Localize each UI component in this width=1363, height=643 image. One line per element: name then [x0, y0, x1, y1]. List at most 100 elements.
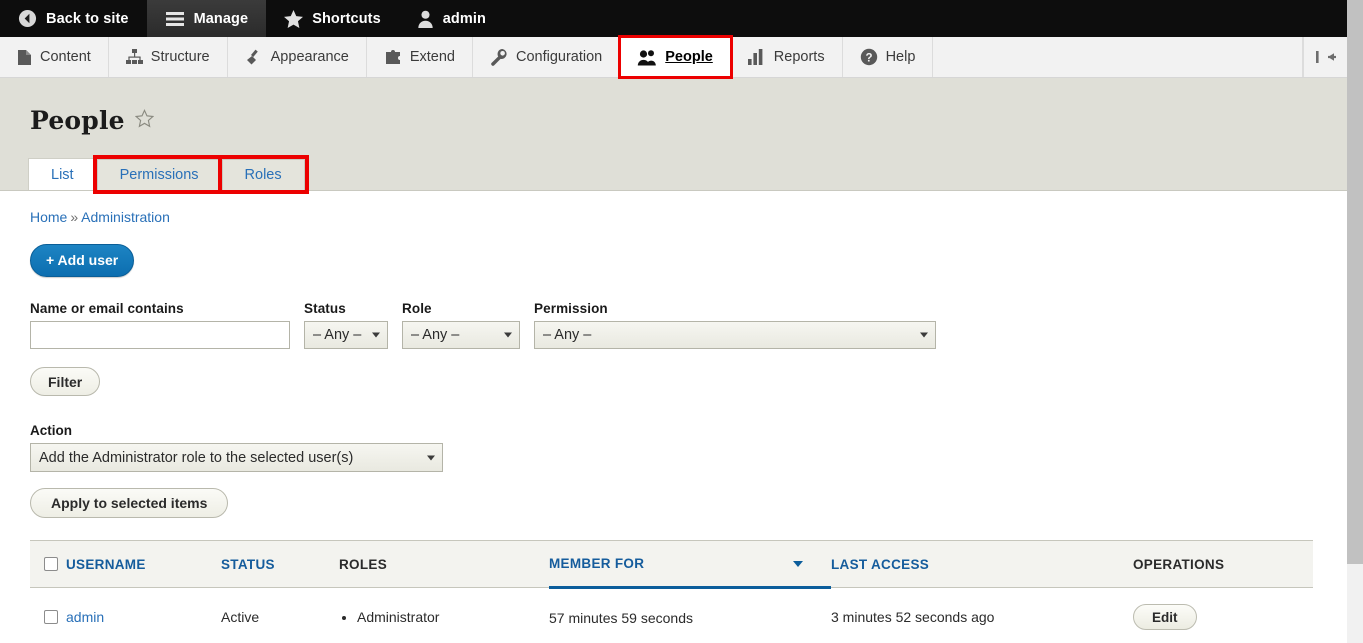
filter-permission-value: – Any –	[543, 327, 592, 343]
role-item: Administrator	[357, 609, 549, 625]
cell-status: Active	[221, 587, 339, 643]
bulk-action-value: Add the Administrator role to the select…	[39, 449, 354, 466]
filter-role-block: Role – Any –	[402, 301, 520, 349]
star-icon	[284, 9, 304, 28]
cell-username: admin	[66, 587, 221, 643]
filter-status-label: Status	[304, 301, 346, 316]
column-header-member-for-label: MEMBER FOR	[549, 556, 645, 571]
cell-last-access: 3 minutes 52 seconds ago	[831, 587, 1133, 643]
column-header-username[interactable]: USERNAME	[66, 540, 221, 588]
people-icon	[637, 49, 657, 66]
star-outline-icon[interactable]	[134, 108, 154, 132]
chevron-down-icon	[504, 332, 512, 338]
column-header-status[interactable]: STATUS	[221, 540, 339, 588]
breadcrumb-separator: »	[70, 209, 79, 225]
filter-name-input[interactable]	[30, 321, 290, 349]
toolbar-user-account-label: admin	[442, 10, 486, 27]
hamburger-icon	[165, 11, 185, 27]
table-row: admin Active Administrator 57 minutes 59…	[30, 587, 1313, 643]
add-user-button[interactable]: + Add user	[30, 244, 135, 277]
page-title: People	[30, 105, 125, 135]
users-table: USERNAME STATUS ROLES MEMBER FOR LAST AC…	[30, 540, 1313, 643]
select-all-header	[30, 540, 66, 588]
admin-toolbar: Back to site Manage Shortcuts admin	[0, 0, 1347, 37]
bulk-action-select[interactable]: Add the Administrator role to the select…	[30, 443, 443, 472]
menu-item-structure[interactable]: Structure	[109, 37, 228, 77]
paintbrush-icon	[245, 49, 263, 66]
menu-item-structure-label: Structure	[150, 49, 210, 65]
column-header-member-for[interactable]: MEMBER FOR	[549, 540, 831, 589]
breadcrumb: Home» Administration	[0, 191, 1347, 225]
menu-item-help-label: Help	[885, 49, 916, 65]
toolbar-shortcuts[interactable]: Shortcuts	[266, 0, 399, 37]
filter-role-select[interactable]: – Any –	[402, 321, 520, 349]
scrollbar-thumb[interactable]	[1347, 0, 1363, 564]
breadcrumb-item-home[interactable]: Home	[30, 209, 67, 225]
menu-item-people[interactable]: People	[618, 35, 733, 79]
vertical-scrollbar[interactable]	[1347, 0, 1363, 643]
column-header-roles: ROLES	[339, 540, 549, 588]
back-arrow-icon	[18, 9, 37, 28]
filter-status-select[interactable]: – Any –	[304, 321, 388, 349]
bar-chart-icon	[747, 49, 766, 65]
menu-spacer	[933, 37, 1303, 77]
sort-descending-icon	[793, 560, 803, 567]
puzzle-icon	[384, 49, 402, 66]
edit-button[interactable]: Edit	[1133, 604, 1197, 630]
filter-permission-select[interactable]: – Any –	[534, 321, 936, 349]
users-table-head: USERNAME STATUS ROLES MEMBER FOR LAST AC…	[30, 540, 1313, 589]
tab-permissions-label: Permissions	[119, 167, 199, 183]
tab-list-label: List	[51, 166, 74, 183]
filter-button[interactable]: Filter	[30, 367, 101, 396]
filter-status-value: – Any –	[313, 327, 362, 343]
filter-role-label: Role	[402, 301, 432, 316]
menu-item-extend-label: Extend	[409, 49, 455, 65]
tab-list[interactable]: List	[28, 158, 97, 190]
filter-status-block: Status – Any –	[304, 301, 388, 349]
toolbar-manage-label: Manage	[193, 10, 249, 27]
add-user-button-label: + Add user	[46, 252, 119, 268]
page-root: Back to site Manage Shortcuts admin Cont…	[0, 0, 1347, 643]
tab-permissions[interactable]: Permissions	[92, 155, 226, 194]
table-header-row: USERNAME STATUS ROLES MEMBER FOR LAST AC…	[30, 540, 1313, 589]
primary-tabs: List Permissions Roles	[0, 155, 1347, 194]
document-icon	[17, 49, 32, 66]
question-circle-icon: ?	[860, 48, 878, 66]
menu-item-help[interactable]: ? Help	[843, 37, 934, 77]
wrench-icon	[490, 48, 508, 66]
apply-button-top-label: Apply to selected items	[51, 495, 208, 511]
filter-permission-label: Permission	[534, 301, 608, 316]
toolbar-back-to-site[interactable]: Back to site	[0, 0, 147, 37]
row-select-checkbox[interactable]	[44, 610, 58, 624]
filter-name-label: Name or email contains	[30, 301, 184, 316]
menu-item-appearance-label: Appearance	[270, 49, 349, 65]
menu-item-configuration[interactable]: Configuration	[473, 37, 621, 77]
filter-button-label: Filter	[48, 373, 83, 390]
tab-roles[interactable]: Roles	[217, 155, 309, 194]
menu-item-extend[interactable]: Extend	[367, 37, 473, 77]
role-list: Administrator	[339, 609, 549, 625]
chevron-down-icon	[920, 332, 928, 338]
column-header-last-access[interactable]: LAST ACCESS	[831, 540, 1133, 588]
collapse-sidebar-button[interactable]	[1303, 37, 1347, 77]
select-all-checkbox[interactable]	[44, 557, 58, 571]
menu-item-appearance[interactable]: Appearance	[228, 37, 367, 77]
bulk-action-label: Action	[30, 423, 72, 438]
admin-menu-bar: Content Structure Appearance Extend Conf…	[0, 35, 1347, 79]
breadcrumb-item-administration[interactable]: Administration	[81, 209, 170, 225]
svg-text:?: ?	[865, 52, 872, 64]
cell-member-for: 57 minutes 59 seconds	[549, 587, 831, 643]
toolbar-manage[interactable]: Manage	[146, 0, 267, 37]
sitemap-icon	[125, 49, 143, 65]
filter-role-value: – Any –	[411, 327, 460, 343]
page-title-row: People	[0, 102, 1347, 138]
menu-item-configuration-label: Configuration	[516, 49, 603, 65]
user-link-admin[interactable]: admin	[66, 609, 104, 625]
toolbar-user-account[interactable]: admin	[399, 0, 504, 37]
apply-to-selected-items-button-top[interactable]: Apply to selected items	[30, 488, 229, 518]
user-icon	[417, 10, 434, 28]
chevron-down-icon	[372, 332, 380, 338]
toolbar-back-to-site-label: Back to site	[46, 10, 129, 27]
menu-item-content[interactable]: Content	[0, 37, 109, 77]
menu-item-reports[interactable]: Reports	[731, 37, 843, 77]
